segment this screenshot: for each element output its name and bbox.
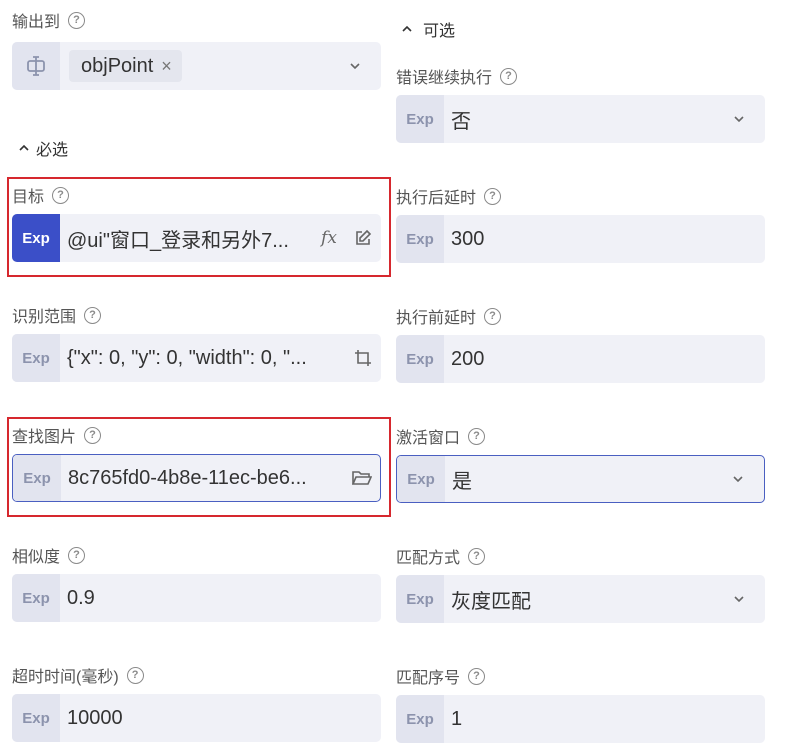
match-mode-value[interactable]: 灰度匹配 <box>444 585 713 614</box>
chevron-down-icon[interactable] <box>713 112 765 126</box>
timeout-value[interactable]: 10000 <box>60 707 381 730</box>
tag-remove-icon[interactable]: × <box>161 56 172 77</box>
region-value[interactable]: {"x": 0, "y": 0, "width": 0, "... <box>60 347 345 370</box>
continue-on-error-value[interactable]: 否 <box>444 105 713 134</box>
help-icon[interactable]: ? <box>126 666 144 684</box>
output-variable-tag: objPoint × <box>69 50 182 82</box>
match-index-label: 匹配序号 ? <box>396 664 486 688</box>
help-icon[interactable]: ? <box>468 547 486 565</box>
exp-toggle[interactable]: Exp <box>12 694 60 742</box>
activate-window-label: 激活窗口 ? <box>396 424 486 448</box>
exp-toggle[interactable]: Exp <box>396 95 444 143</box>
output-label: 输出到 ? <box>12 8 86 32</box>
chevron-down-icon[interactable] <box>329 59 381 73</box>
region-label: 识别范围 ? <box>12 303 102 327</box>
match-index-field[interactable]: Exp 1 <box>396 695 765 743</box>
exp-toggle[interactable]: Exp <box>396 575 444 623</box>
delay-before-field[interactable]: Exp 200 <box>396 335 765 383</box>
similarity-label: 相似度 ? <box>12 543 86 567</box>
exp-toggle[interactable]: Exp <box>396 215 444 263</box>
chevron-down-icon[interactable] <box>712 472 764 486</box>
activate-window-select[interactable]: Exp 是 <box>396 455 765 503</box>
continue-on-error-select[interactable]: Exp 否 <box>396 95 765 143</box>
caret-up-icon <box>19 144 29 151</box>
help-icon[interactable]: ? <box>84 306 102 324</box>
match-index-value[interactable]: 1 <box>444 708 765 731</box>
variable-picker-icon[interactable] <box>12 42 60 90</box>
help-icon[interactable]: ? <box>68 11 86 29</box>
similarity-field[interactable]: Exp 0.9 <box>12 574 381 622</box>
help-icon[interactable]: ? <box>468 427 486 445</box>
delay-before-value[interactable]: 200 <box>444 348 765 371</box>
select-region-icon[interactable] <box>345 349 381 367</box>
highlight-box-image <box>7 417 391 517</box>
timeout-field[interactable]: Exp 10000 <box>12 694 381 742</box>
region-field[interactable]: Exp {"x": 0, "y": 0, "width": 0, "... <box>12 334 381 382</box>
delay-after-field[interactable]: Exp 300 <box>396 215 765 263</box>
similarity-value[interactable]: 0.9 <box>60 587 381 610</box>
exp-toggle[interactable]: Exp <box>397 456 445 502</box>
match-mode-label: 匹配方式 ? <box>396 544 486 568</box>
match-mode-select[interactable]: Exp 灰度匹配 <box>396 575 765 623</box>
exp-toggle[interactable]: Exp <box>396 335 444 383</box>
exp-toggle[interactable]: Exp <box>12 334 60 382</box>
section-required-toggle[interactable]: 必选 <box>18 136 68 160</box>
exp-toggle[interactable]: Exp <box>396 695 444 743</box>
section-optional-toggle[interactable]: 可选 <box>401 17 455 41</box>
help-icon[interactable]: ? <box>468 667 486 685</box>
highlight-box-target <box>7 177 391 277</box>
delay-after-value[interactable]: 300 <box>444 228 765 251</box>
help-icon[interactable]: ? <box>484 307 502 325</box>
activate-window-value[interactable]: 是 <box>445 465 712 494</box>
exp-toggle[interactable]: Exp <box>12 574 60 622</box>
output-field[interactable]: objPoint × <box>12 42 381 90</box>
chevron-down-icon[interactable] <box>713 592 765 606</box>
timeout-label: 超时时间(毫秒) ? <box>12 663 144 687</box>
delay-before-label: 执行前延时 ? <box>396 304 502 328</box>
help-icon[interactable]: ? <box>484 187 502 205</box>
continue-on-error-label: 错误继续执行 ? <box>396 64 518 88</box>
caret-up-icon <box>402 25 412 32</box>
delay-after-label: 执行后延时 ? <box>396 184 502 208</box>
help-icon[interactable]: ? <box>68 546 86 564</box>
help-icon[interactable]: ? <box>500 67 518 85</box>
